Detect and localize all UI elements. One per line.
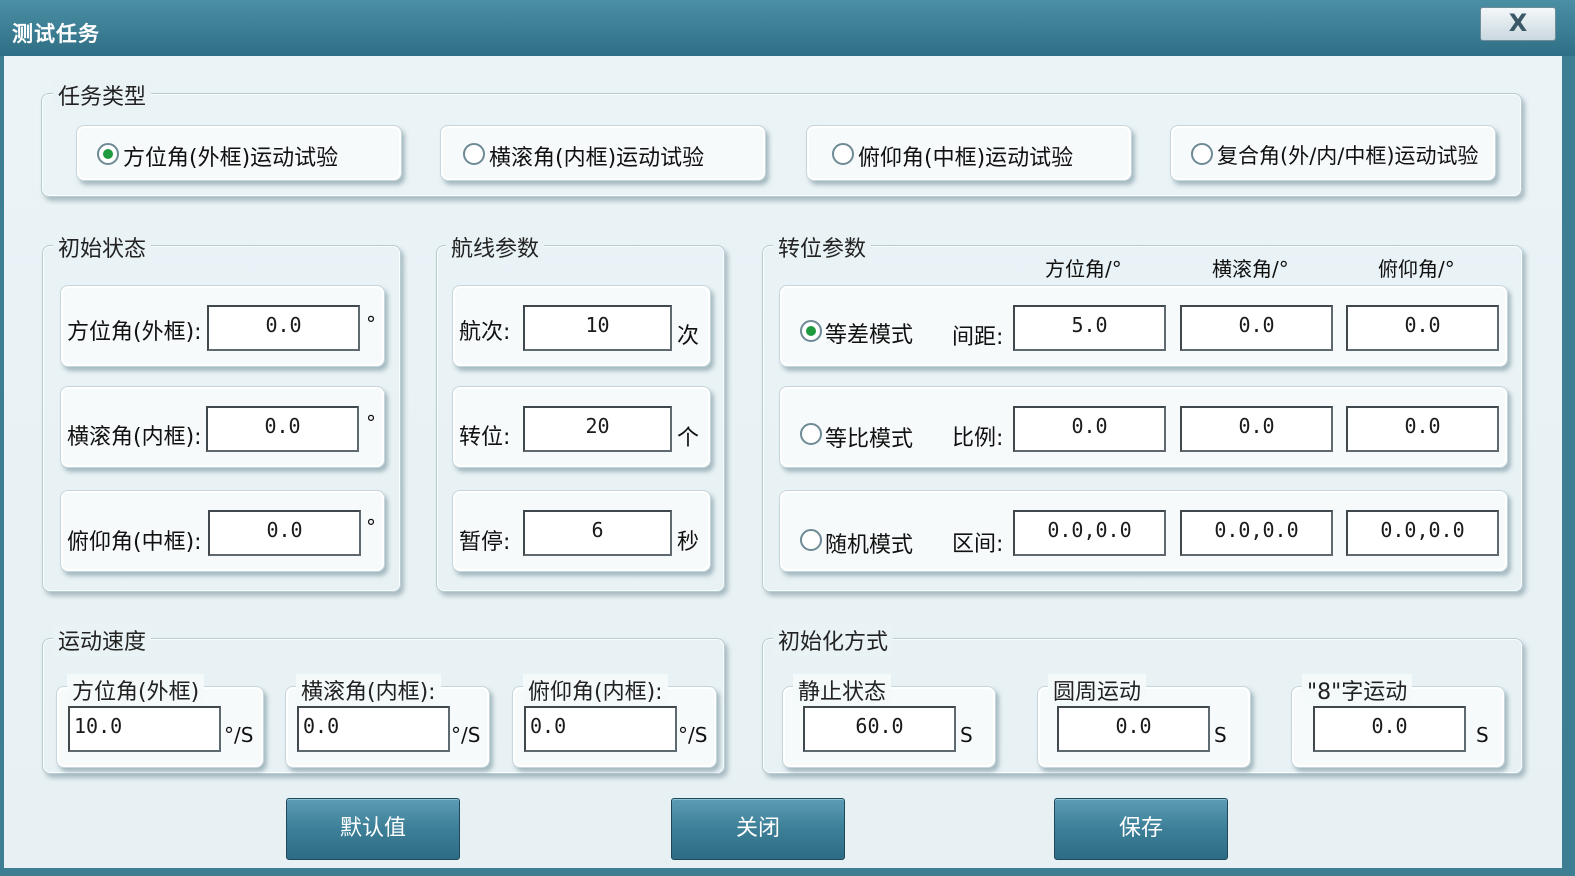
initial-row-azimuth: 方位角(外框): 0.0 ° <box>60 285 385 367</box>
initial-row-roll: 横滚角(内框): 0.0 ° <box>60 386 385 468</box>
field-label: 横滚角(内框): <box>296 674 441 706</box>
field-label: 航次: <box>459 320 511 345</box>
radio-selected-dot <box>103 149 113 159</box>
field-label: 区间: <box>952 532 1004 557</box>
initial-state-label: 初始状态 <box>53 231 152 263</box>
arithmetic-roll-input[interactable]: 0.0 <box>1180 305 1333 351</box>
task-option-label: 俯仰角(中框)运动试验 <box>858 146 1074 171</box>
field-label: 暂停: <box>459 530 511 555</box>
unit-label: S <box>1214 723 1227 747</box>
unit-label: ° <box>366 411 376 435</box>
close-window-button[interactable]: X <box>1480 7 1556 41</box>
field-label: 圆周运动 <box>1048 674 1147 706</box>
field-label: 间距: <box>952 325 1004 350</box>
radio-selected-dot <box>806 326 816 336</box>
route-row-pause: 暂停: 6 秒 <box>452 490 711 572</box>
arithmetic-pitch-input[interactable]: 0.0 <box>1346 305 1499 351</box>
speed-pitch-card: 俯仰角(内框): 0.0 °/S <box>512 674 717 768</box>
init-figure8-input[interactable]: 0.0 <box>1313 706 1466 752</box>
unit-label: ° <box>366 515 376 539</box>
task-option-roll-radio[interactable] <box>463 143 485 165</box>
mode-label[interactable]: 等比模式 <box>825 421 913 453</box>
geometric-mode-radio[interactable] <box>800 423 822 445</box>
initial-azimuth-input[interactable]: 0.0 <box>207 305 360 351</box>
mode-label[interactable]: 等差模式 <box>825 317 913 349</box>
unit-label: °/S <box>678 723 708 747</box>
pause-input[interactable]: 6 <box>523 510 672 556</box>
geometric-azimuth-input[interactable]: 0.0 <box>1013 406 1166 452</box>
index-count-input[interactable]: 20 <box>523 406 672 452</box>
task-option-pitch[interactable]: 俯仰角(中框)运动试验 <box>806 125 1132 181</box>
field-label: 俯仰角(中框): <box>67 530 202 555</box>
unit-label: S <box>960 723 973 747</box>
task-option-compound-radio[interactable] <box>1191 143 1213 165</box>
field-label: 比例: <box>952 426 1004 451</box>
task-option-compound[interactable]: 复合角(外/内/中框)运动试验 <box>1170 125 1496 181</box>
speed-azimuth-card: 方位角(外框) 10.0 °/S <box>56 674 264 768</box>
arithmetic-mode-radio[interactable] <box>800 320 822 342</box>
route-row-index: 转位: 20 个 <box>452 386 711 468</box>
unit-label: ° <box>366 312 376 336</box>
unit-label: 个 <box>677 426 700 451</box>
field-label: 横滚角(内框): <box>67 425 202 450</box>
field-label: 方位角(外框): <box>67 320 202 345</box>
task-option-azimuth[interactable]: 方位角(外框)运动试验 <box>76 125 402 181</box>
init-circular-input[interactable]: 0.0 <box>1057 706 1210 752</box>
initial-roll-input[interactable]: 0.0 <box>206 406 359 452</box>
task-option-roll[interactable]: 横滚角(内框)运动试验 <box>440 125 766 181</box>
column-header-azimuth: 方位角/° <box>1045 257 1122 281</box>
init-method-label: 初始化方式 <box>773 624 894 656</box>
init-static-card: 静止状态 60.0 S <box>782 674 996 768</box>
mode-label[interactable]: 随机模式 <box>825 527 913 559</box>
initial-pitch-input[interactable]: 0.0 <box>208 510 361 556</box>
voyages-input[interactable]: 10 <box>523 305 672 351</box>
window-title: 测试任务 <box>12 22 100 46</box>
speed-pitch-input[interactable]: 0.0 <box>524 706 677 752</box>
geometric-roll-input[interactable]: 0.0 <box>1180 406 1333 452</box>
route-params-label: 航线参数 <box>446 231 545 263</box>
mode-row-geometric: 等比模式 比例: 0.0 0.0 0.0 <box>779 386 1508 468</box>
field-label: 俯仰角(内框): <box>523 674 668 706</box>
speed-roll-input[interactable]: 0.0 <box>297 706 450 752</box>
route-row-voyages: 航次: 10 次 <box>452 285 711 367</box>
unit-label: °/S <box>224 723 254 747</box>
task-option-label: 复合角(外/内/中框)运动试验 <box>1217 144 1479 168</box>
close-button[interactable]: 关闭 <box>671 798 845 860</box>
random-pitch-input[interactable]: 0.0,0.0 <box>1346 510 1499 556</box>
field-label: "8"字运动 <box>1302 674 1413 706</box>
column-header-pitch: 俯仰角/° <box>1378 257 1455 281</box>
unit-label: 秒 <box>677 530 700 555</box>
index-params-label: 转位参数 <box>773 231 872 263</box>
save-button[interactable]: 保存 <box>1054 798 1228 860</box>
arithmetic-azimuth-input[interactable]: 5.0 <box>1013 305 1166 351</box>
geometric-pitch-input[interactable]: 0.0 <box>1346 406 1499 452</box>
field-label: 方位角(外框) <box>67 674 205 706</box>
task-option-label: 方位角(外框)运动试验 <box>123 146 339 171</box>
random-azimuth-input[interactable]: 0.0,0.0 <box>1013 510 1166 556</box>
unit-label: 次 <box>677 324 700 349</box>
speed-azimuth-input[interactable]: 10.0 <box>68 706 221 752</box>
title-bar: 测试任务 X <box>0 0 1575 56</box>
init-circular-card: 圆周运动 0.0 S <box>1037 674 1251 768</box>
init-static-input[interactable]: 60.0 <box>803 706 956 752</box>
speed-label: 运动速度 <box>53 624 152 656</box>
task-option-azimuth-radio[interactable] <box>97 143 119 165</box>
task-option-label: 横滚角(内框)运动试验 <box>489 146 705 171</box>
task-option-pitch-radio[interactable] <box>832 143 854 165</box>
test-task-dialog: 测试任务 X 任务类型 方位角(外框)运动试验 横滚角(内框)运动试验 俯仰角(… <box>0 0 1575 876</box>
unit-label: °/S <box>451 723 481 747</box>
field-label: 转位: <box>459 425 511 450</box>
mode-row-arithmetic: 等差模式 间距: 5.0 0.0 0.0 <box>779 285 1508 367</box>
speed-roll-card: 横滚角(内框): 0.0 °/S <box>285 674 490 768</box>
task-type-label: 任务类型 <box>53 79 152 111</box>
column-header-roll: 横滚角/° <box>1212 257 1289 281</box>
unit-label: S <box>1476 723 1489 747</box>
mode-row-random: 随机模式 区间: 0.0,0.0 0.0,0.0 0.0,0.0 <box>779 490 1508 572</box>
field-label: 静止状态 <box>793 674 892 706</box>
random-roll-input[interactable]: 0.0,0.0 <box>1180 510 1333 556</box>
init-figure8-card: "8"字运动 0.0 S <box>1291 674 1505 768</box>
initial-row-pitch: 俯仰角(中框): 0.0 ° <box>60 490 385 572</box>
default-values-button[interactable]: 默认值 <box>286 798 460 860</box>
random-mode-radio[interactable] <box>800 529 822 551</box>
